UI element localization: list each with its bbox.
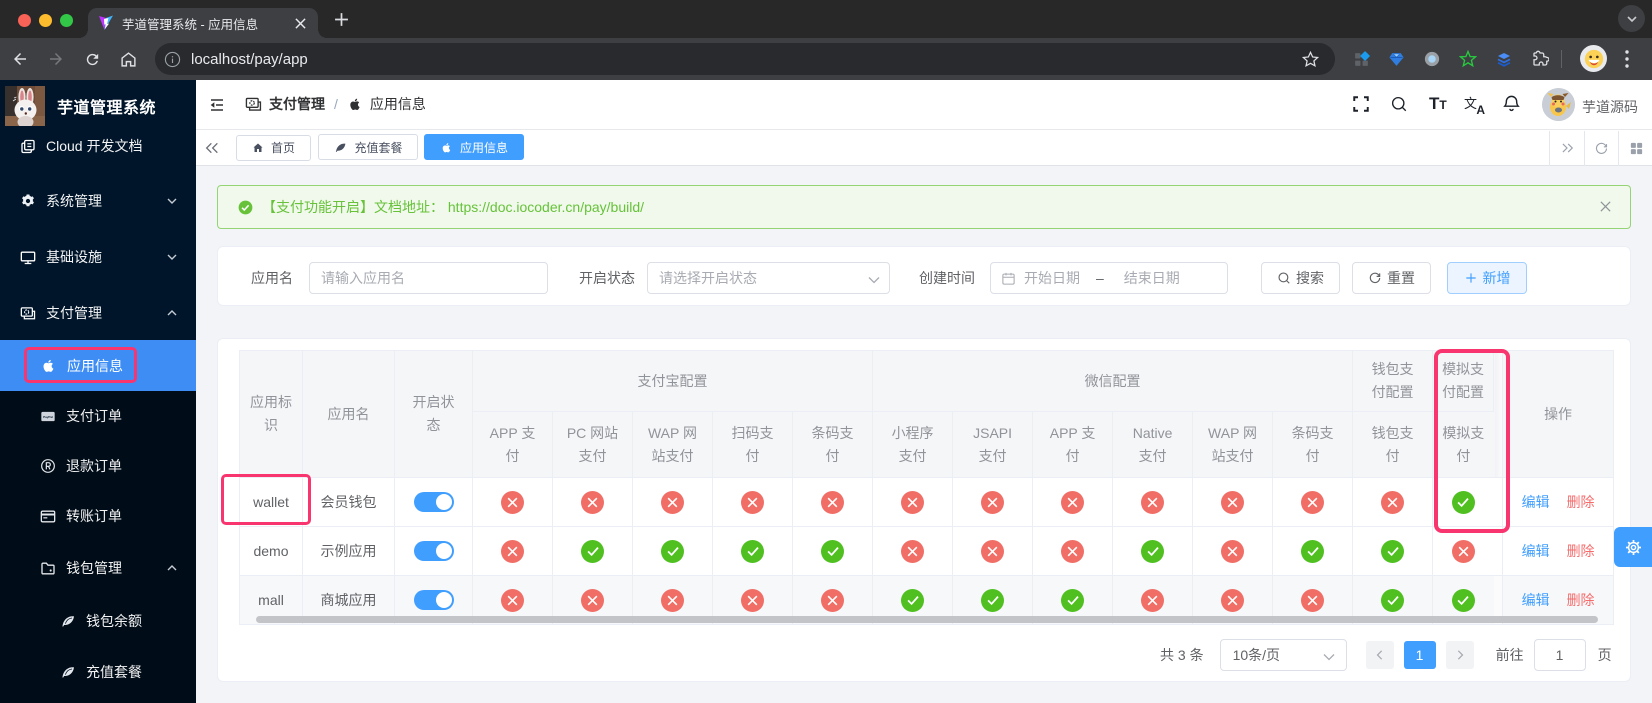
svg-text:PayPal: PayPal <box>43 415 53 419</box>
